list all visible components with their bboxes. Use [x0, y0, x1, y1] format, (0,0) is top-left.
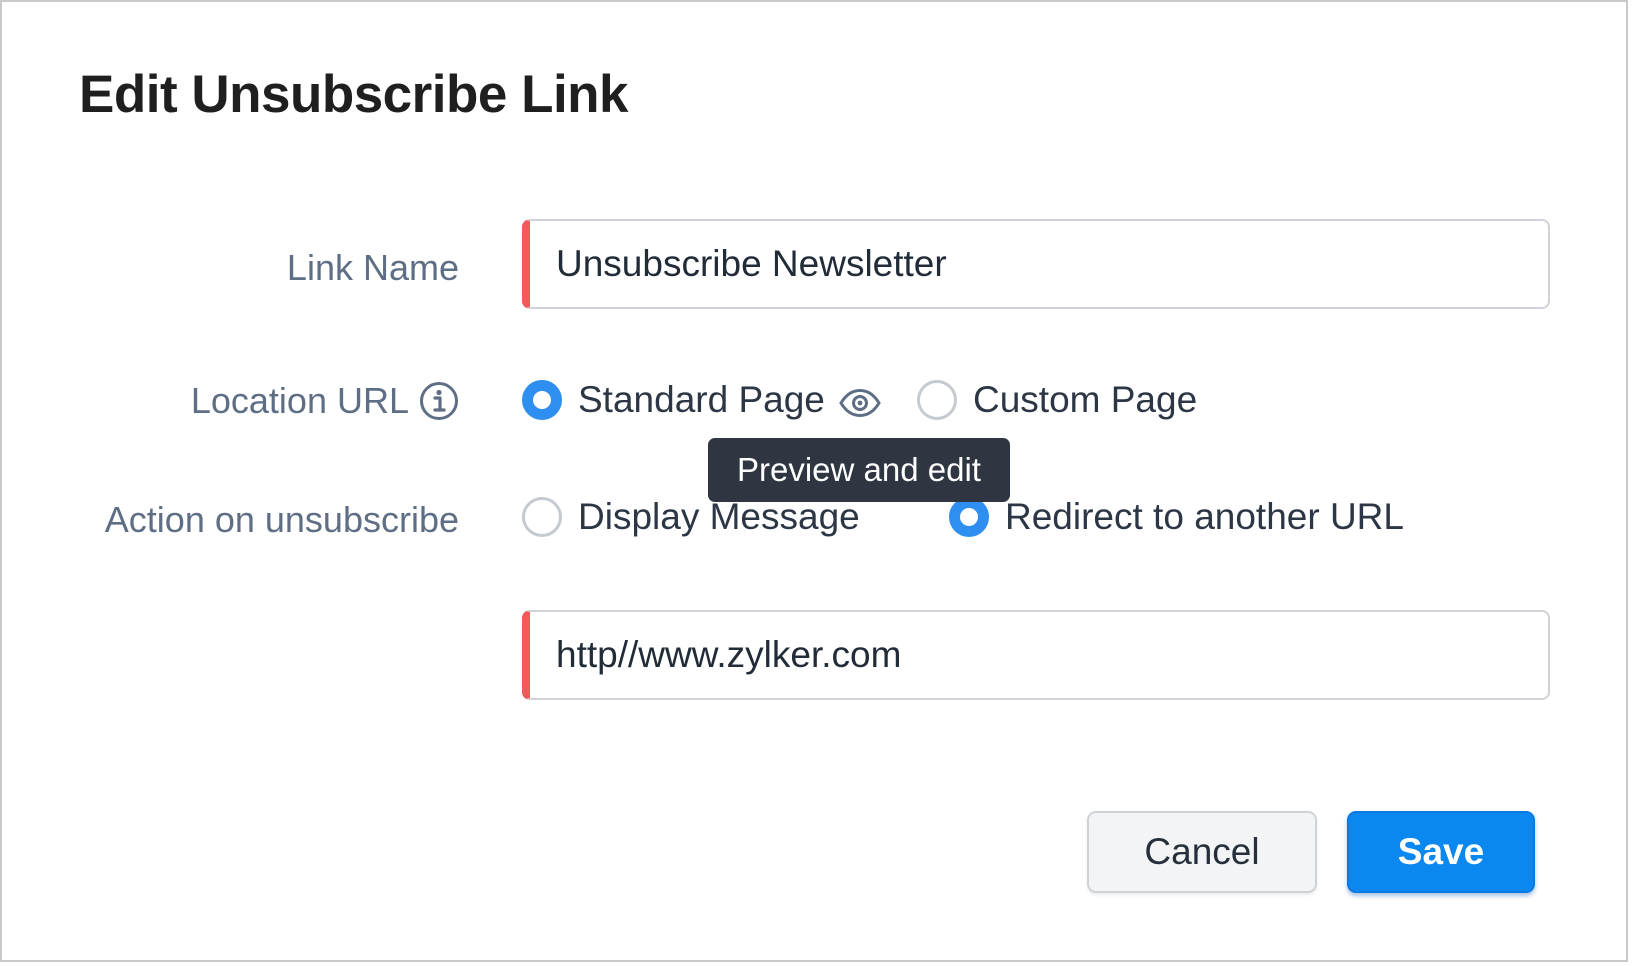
- edit-unsubscribe-dialog: Edit Unsubscribe Link Link Name Unsubscr…: [0, 0, 1628, 962]
- display-message-radio[interactable]: Display Message: [522, 496, 860, 538]
- link-name-label-text: Link Name: [286, 247, 459, 288]
- redirect-url-radio[interactable]: Redirect to another URL: [949, 496, 1404, 538]
- location-url-label: Location URL: [191, 380, 459, 422]
- redirect-url-input[interactable]: http//www.zylker.com: [522, 610, 1550, 700]
- standard-page-radio-circle[interactable]: [522, 380, 562, 420]
- standard-page-radio[interactable]: Standard Page: [522, 379, 881, 421]
- display-message-label: Display Message: [578, 496, 860, 537]
- action-on-unsubscribe-label: Action on unsubscribe: [105, 499, 459, 541]
- link-name-input[interactable]: Unsubscribe Newsletter: [522, 219, 1550, 309]
- standard-page-label: Standard Page: [578, 379, 825, 420]
- dialog-title: Edit Unsubscribe Link: [79, 65, 629, 124]
- location-url-label-text: Location URL: [190, 380, 409, 421]
- action-on-unsubscribe-label-text: Action on unsubscribe: [104, 499, 459, 540]
- custom-page-label: Custom Page: [973, 379, 1198, 420]
- cancel-button[interactable]: Cancel: [1087, 811, 1317, 893]
- link-name-value: Unsubscribe Newsletter: [556, 243, 947, 284]
- info-icon[interactable]: [419, 381, 459, 421]
- preview-tooltip: Preview and edit: [708, 438, 1010, 502]
- redirect-url-label: Redirect to another URL: [1005, 496, 1404, 537]
- display-message-radio-circle[interactable]: [522, 497, 562, 537]
- redirect-url-value: http//www.zylker.com: [556, 634, 902, 675]
- eye-icon[interactable]: [839, 385, 881, 418]
- redirect-url-radio-circle[interactable]: [949, 497, 989, 537]
- custom-page-radio[interactable]: Custom Page: [917, 379, 1197, 421]
- custom-page-radio-circle[interactable]: [917, 380, 957, 420]
- save-button[interactable]: Save: [1347, 811, 1535, 893]
- link-name-label: Link Name: [287, 247, 459, 289]
